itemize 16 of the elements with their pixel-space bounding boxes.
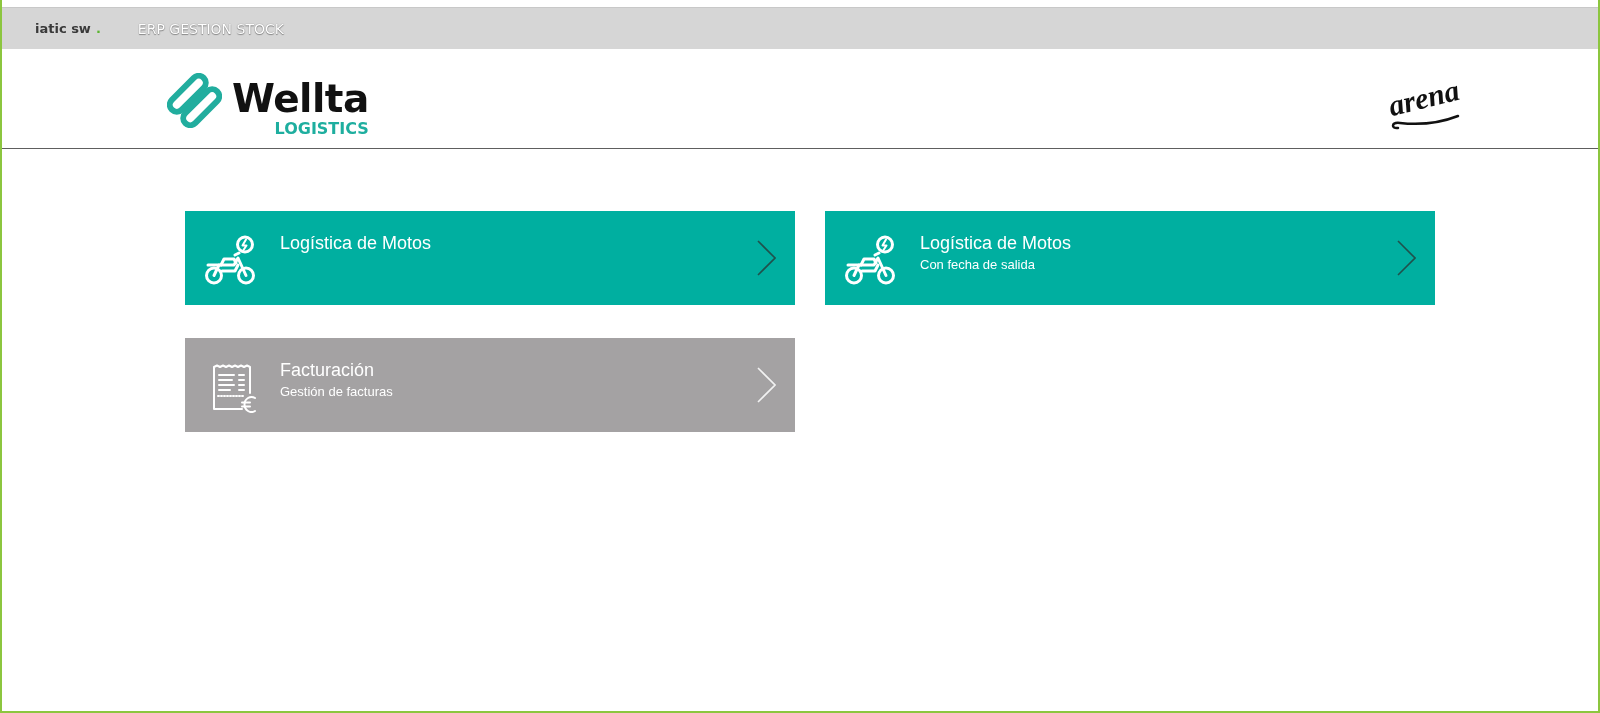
chevron-right-icon <box>757 240 776 276</box>
app-title: ERP GESTION STOCK <box>137 20 284 37</box>
logo-wordmark: Wellta <box>232 79 369 118</box>
logo-icon <box>167 73 222 128</box>
logo-tagline: LOGISTICS <box>274 121 369 137</box>
motorcycle-icon <box>845 235 896 286</box>
brand-dot: . <box>95 21 101 36</box>
logo-wordmark: arena <box>1385 74 1463 122</box>
chevron-right-icon <box>1397 240 1416 276</box>
motorcycle-icon <box>205 235 256 286</box>
brand-name: iatic sw <box>35 21 91 36</box>
menu-tile[interactable]: Facturación Gestión de facturas <box>185 338 795 432</box>
menu-tile[interactable]: Logística de Motos <box>185 211 795 305</box>
chevron-right-icon <box>757 367 776 403</box>
menu-tile[interactable]: Logística de Motos Con fecha de salida <box>825 211 1435 305</box>
invoice-icon <box>212 364 256 413</box>
